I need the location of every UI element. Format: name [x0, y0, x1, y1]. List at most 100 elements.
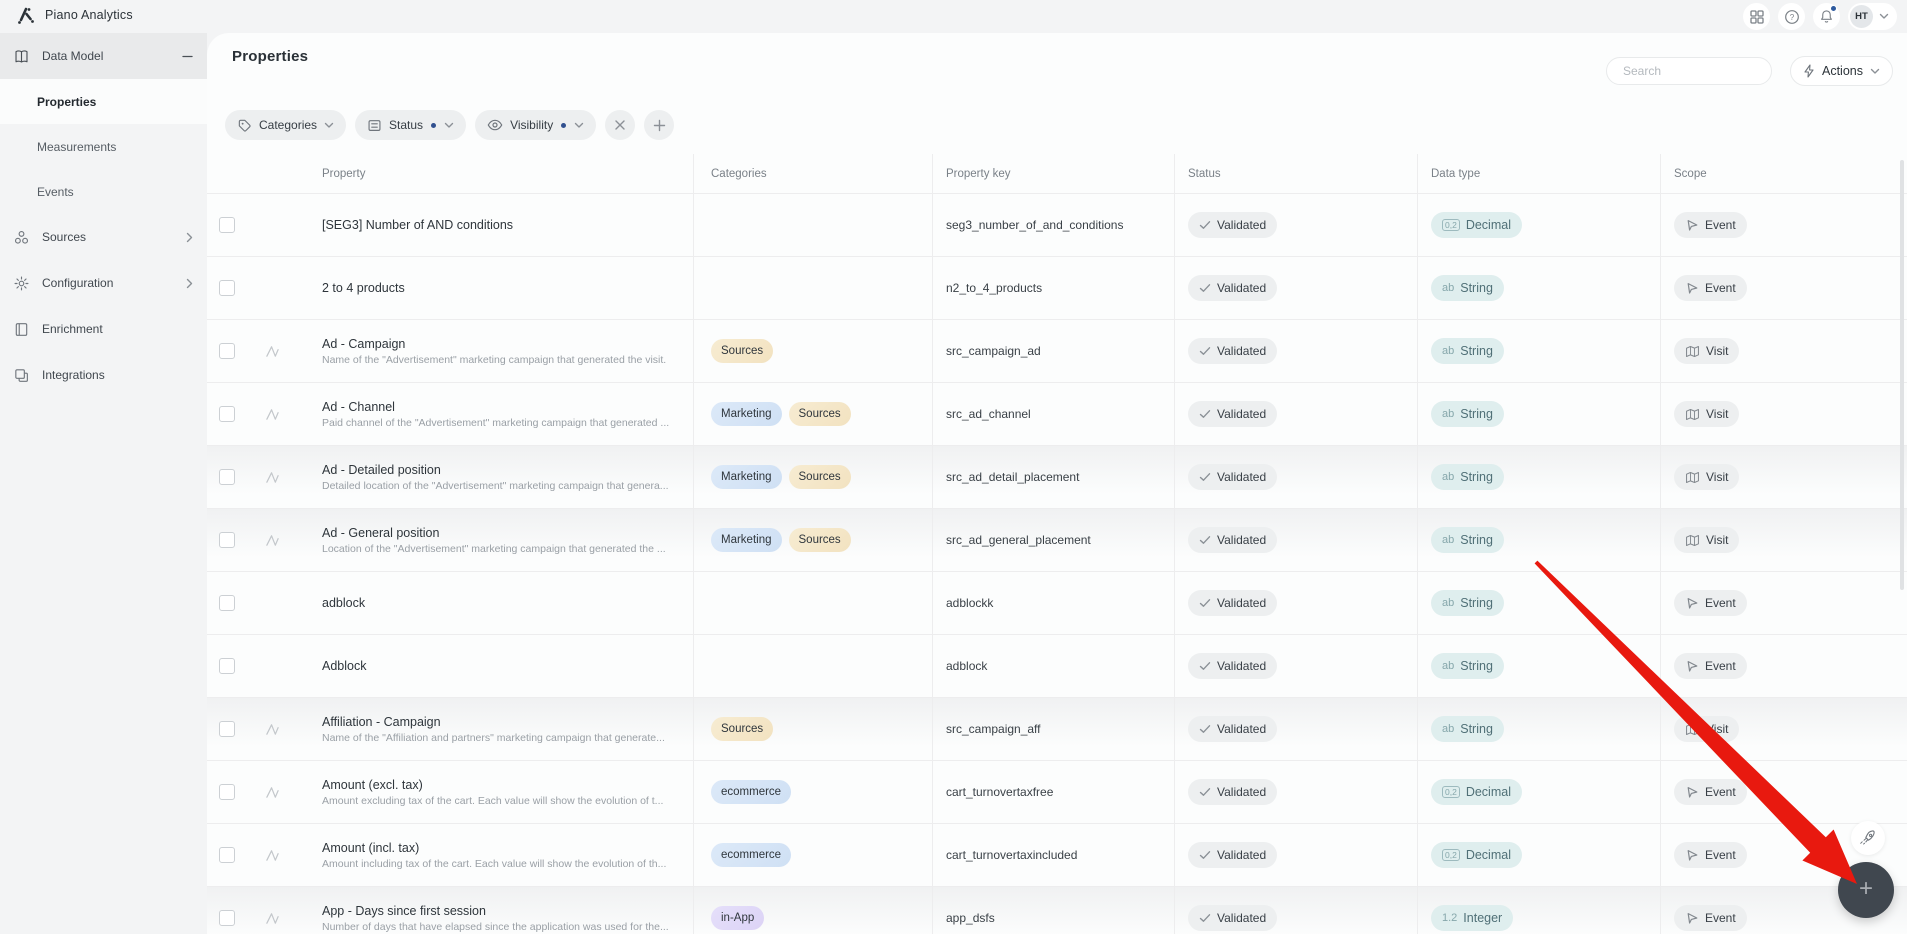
add-property-button[interactable]: +	[1838, 862, 1894, 918]
property-cell: Ad - CampaignName of the "Advertisement"…	[318, 320, 693, 382]
analytics-pulse-icon[interactable]	[264, 533, 281, 548]
launch-button[interactable]	[1851, 821, 1885, 855]
property-cell: [SEG3] Number of AND conditions	[318, 194, 693, 256]
data-type-badge: 0,2Decimal	[1431, 212, 1522, 238]
property-key-cell: seg3_number_of_and_conditions	[932, 194, 1174, 256]
data-type-glyph: 0,2	[1442, 219, 1460, 232]
table-row[interactable]: Affiliation - CampaignName of the "Affil…	[207, 698, 1907, 761]
filter-chip-categories[interactable]: Categories	[225, 110, 346, 140]
sidebar-item-label: Measurements	[37, 140, 116, 154]
table-row[interactable]: [SEG3] Number of AND conditions seg3_numb…	[207, 194, 1907, 257]
property-name: 2 to 4 products	[322, 281, 405, 295]
property-key: adblockk	[946, 596, 993, 610]
filter-chip-visibility[interactable]: Visibility	[475, 110, 596, 140]
sidebar-item-label: Sources	[42, 230, 86, 244]
clear-filters-button[interactable]	[605, 110, 635, 140]
help-button[interactable]: ?	[1778, 3, 1805, 30]
data-type-label: String	[1460, 596, 1493, 610]
plus-icon: +	[1859, 877, 1873, 901]
scope-badge: Event	[1674, 842, 1747, 868]
table-row[interactable]: Amount (excl. tax)Amount excluding tax o…	[207, 761, 1907, 824]
analytics-pulse-icon[interactable]	[264, 911, 281, 926]
data-type-glyph: ab	[1442, 345, 1454, 357]
apps-grid-button[interactable]	[1743, 3, 1770, 30]
row-checkbox[interactable]	[219, 595, 235, 611]
row-checkbox[interactable]	[219, 658, 235, 674]
sidebar-item-configuration[interactable]: Configuration	[0, 260, 207, 306]
categories-cell: Sources	[693, 320, 932, 382]
status-label: Validated	[1217, 848, 1266, 862]
row-checkbox[interactable]	[219, 532, 235, 548]
row-checkbox[interactable]	[219, 280, 235, 296]
filter-chip-status[interactable]: Status	[355, 110, 466, 140]
analytics-pulse-icon[interactable]	[264, 407, 281, 422]
cursor-icon	[1685, 281, 1699, 295]
scope-cell: Event	[1660, 635, 1907, 697]
table-row[interactable]: adblockadblockkValidatedabStringEvent	[207, 572, 1907, 635]
table-row[interactable]: Ad - Detailed positionDetailed location …	[207, 446, 1907, 509]
scope-label: Visit	[1706, 344, 1728, 358]
data-type-badge: abString	[1431, 338, 1504, 364]
row-select-cell	[207, 509, 254, 571]
add-filter-button[interactable]	[644, 110, 674, 140]
notifications-button[interactable]	[1813, 3, 1840, 30]
table-row[interactable]: Ad - ChannelPaid channel of the "Adverti…	[207, 383, 1907, 446]
sidebar-item-enrichment[interactable]: Enrichment	[0, 306, 207, 352]
table-row[interactable]: App - Days since first sessionNumber of …	[207, 887, 1907, 934]
table-row[interactable]: Ad - CampaignName of the "Advertisement"…	[207, 320, 1907, 383]
categories-cell: MarketingSources	[693, 446, 932, 508]
table-row[interactable]: AdblockadblockValidatedabStringEvent	[207, 635, 1907, 698]
search-input[interactable]	[1621, 63, 1780, 79]
column-header-categories: Categories	[693, 154, 932, 193]
table-row[interactable]: 2 to 4 productsn2_to_4_productsValidated…	[207, 257, 1907, 320]
data-type-cell: 0,2Decimal	[1417, 761, 1660, 823]
data-type-badge: 0,2Decimal	[1431, 842, 1522, 868]
property-key-cell: src_campaign_aff	[932, 698, 1174, 760]
scope-badge: Event	[1674, 905, 1747, 931]
row-checkbox[interactable]	[219, 847, 235, 863]
row-checkbox[interactable]	[219, 217, 235, 233]
property-description: Amount including tax of the cart. Each v…	[322, 858, 666, 870]
sidebar-item-properties[interactable]: Properties	[0, 79, 207, 124]
status-label: Validated	[1217, 407, 1266, 421]
map-icon	[1685, 534, 1700, 547]
sidebar-item-events[interactable]: Events	[0, 169, 207, 214]
property-name: [SEG3] Number of AND conditions	[322, 218, 513, 232]
analytics-pulse-icon[interactable]	[264, 470, 281, 485]
status-badge: Validated	[1188, 842, 1277, 868]
property-key-cell: adblock	[932, 635, 1174, 697]
check-icon	[1199, 787, 1211, 797]
property-key: src_ad_channel	[946, 407, 1031, 421]
user-menu[interactable]: HT	[1848, 3, 1897, 30]
analytics-pulse-icon[interactable]	[264, 722, 281, 737]
row-checkbox[interactable]	[219, 784, 235, 800]
row-checkbox[interactable]	[219, 469, 235, 485]
analytics-pulse-icon[interactable]	[264, 848, 281, 863]
analytics-pulse-icon[interactable]	[264, 344, 281, 359]
row-checkbox[interactable]	[219, 343, 235, 359]
status-badge: Validated	[1188, 275, 1277, 301]
sidebar-item-data-model[interactable]: Data Model	[0, 33, 207, 79]
row-checkbox[interactable]	[219, 910, 235, 926]
property-cell: Amount (incl. tax)Amount including tax o…	[318, 824, 693, 886]
categories-cell	[693, 257, 932, 319]
scope-badge: Event	[1674, 779, 1747, 805]
check-icon	[1199, 913, 1211, 923]
table-row[interactable]: Ad - General positionLocation of the "Ad…	[207, 509, 1907, 572]
sidebar-item-sources[interactable]: Sources	[0, 214, 207, 260]
sidebar-item-integrations[interactable]: Integrations	[0, 352, 207, 398]
table-row[interactable]: Amount (incl. tax)Amount including tax o…	[207, 824, 1907, 887]
row-select-cell	[207, 635, 254, 697]
data-type-glyph: 1.2	[1442, 912, 1457, 924]
sidebar-item-measurements[interactable]: Measurements	[0, 124, 207, 169]
actions-button[interactable]: Actions	[1790, 56, 1893, 86]
row-select-cell	[207, 257, 254, 319]
filter-bar: Categories Status Visibility	[225, 110, 1907, 140]
status-badge: Validated	[1188, 653, 1277, 679]
data-type-label: String	[1460, 407, 1493, 421]
row-checkbox[interactable]	[219, 721, 235, 737]
row-graph-cell	[254, 761, 318, 823]
analytics-pulse-icon[interactable]	[264, 785, 281, 800]
row-checkbox[interactable]	[219, 406, 235, 422]
scrollbar[interactable]	[1900, 160, 1904, 590]
